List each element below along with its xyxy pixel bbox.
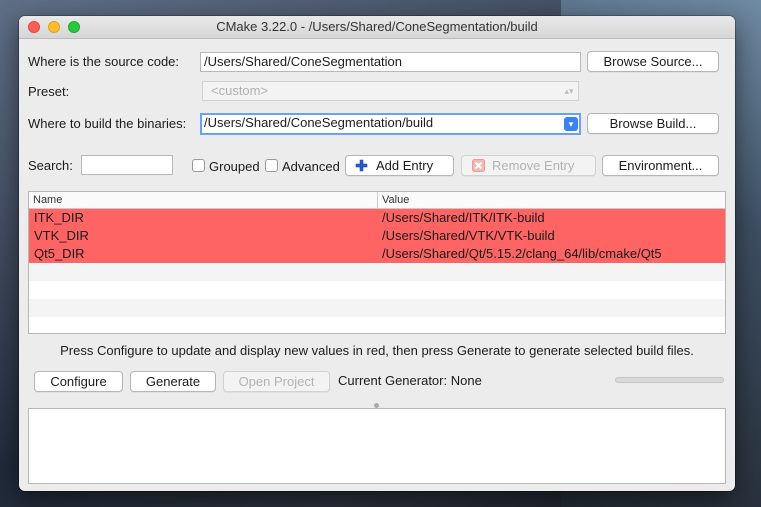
preset-value: <custom> [211, 83, 269, 98]
empty-row [29, 317, 725, 333]
table-row[interactable]: VTK_DIR /Users/Shared/VTK/VTK-build [29, 227, 725, 245]
window-title: CMake 3.22.0 - /Users/Shared/ConeSegment… [216, 19, 538, 34]
row-value: /Users/Shared/ITK/ITK-build [382, 210, 545, 225]
remove-x-icon [472, 159, 485, 172]
progress-bar [615, 377, 724, 383]
remove-entry-button: Remove Entry [461, 155, 596, 176]
advanced-label[interactable]: Advanced [282, 159, 340, 174]
instructions-text: Press Configure to update and display ne… [60, 343, 694, 358]
close-window-button[interactable] [28, 21, 40, 33]
empty-row [29, 281, 725, 299]
add-entry-label: Add Entry [376, 158, 434, 173]
build-path-combobox[interactable]: /Users/Shared/ConeSegmentation/build ▾ [200, 113, 581, 135]
build-label: Where to build the binaries: [28, 116, 187, 131]
output-log[interactable] [28, 408, 726, 484]
chevron-updown-icon: ▴▾ [564, 86, 574, 96]
source-label: Where is the source code: [28, 54, 180, 69]
empty-row [29, 299, 725, 317]
generate-button[interactable]: Generate [130, 371, 216, 392]
row-name: Qt5_DIR [34, 246, 85, 261]
search-input[interactable] [81, 155, 173, 175]
title-bar: CMake 3.22.0 - /Users/Shared/ConeSegment… [19, 16, 735, 39]
advanced-checkbox[interactable] [265, 159, 278, 172]
row-value: /Users/Shared/VTK/VTK-build [382, 228, 555, 243]
table-row[interactable]: ITK_DIR /Users/Shared/ITK/ITK-build [29, 209, 725, 227]
browse-source-button[interactable]: Browse Source... [587, 51, 719, 72]
row-name: ITK_DIR [34, 210, 84, 225]
table-row[interactable]: Qt5_DIR /Users/Shared/Qt/5.15.2/clang_64… [29, 245, 725, 263]
plus-icon [355, 159, 368, 172]
row-value: /Users/Shared/Qt/5.15.2/clang_64/lib/cma… [382, 246, 662, 261]
row-name: VTK_DIR [34, 228, 89, 243]
build-path-value: /Users/Shared/ConeSegmentation/build [204, 115, 434, 130]
chevron-down-icon[interactable]: ▾ [564, 117, 578, 131]
remove-entry-label: Remove Entry [492, 158, 575, 173]
cmake-window: CMake 3.22.0 - /Users/Shared/ConeSegment… [19, 16, 735, 491]
open-project-button: Open Project [223, 371, 330, 392]
minimize-window-button[interactable] [48, 21, 60, 33]
source-path-input[interactable]: /Users/Shared/ConeSegmentation [200, 52, 581, 72]
column-header-name[interactable]: Name [29, 192, 376, 208]
browse-build-button[interactable]: Browse Build... [587, 113, 719, 134]
grouped-checkbox[interactable] [192, 159, 205, 172]
preset-select: <custom> ▴▾ [202, 81, 579, 101]
current-generator-text: Current Generator: None [338, 373, 482, 388]
table-header: Name Value [29, 192, 725, 209]
column-header-value[interactable]: Value [377, 192, 725, 208]
empty-row [29, 263, 725, 281]
grouped-label[interactable]: Grouped [209, 159, 260, 174]
zoom-window-button[interactable] [68, 21, 80, 33]
configure-button[interactable]: Configure [34, 371, 123, 392]
environment-button[interactable]: Environment... [602, 155, 719, 176]
cache-variables-table[interactable]: Name Value ITK_DIR /Users/Shared/ITK/ITK… [28, 191, 726, 334]
preset-label: Preset: [28, 84, 70, 99]
search-label: Search: [28, 158, 73, 173]
add-entry-button[interactable]: Add Entry [345, 155, 454, 176]
